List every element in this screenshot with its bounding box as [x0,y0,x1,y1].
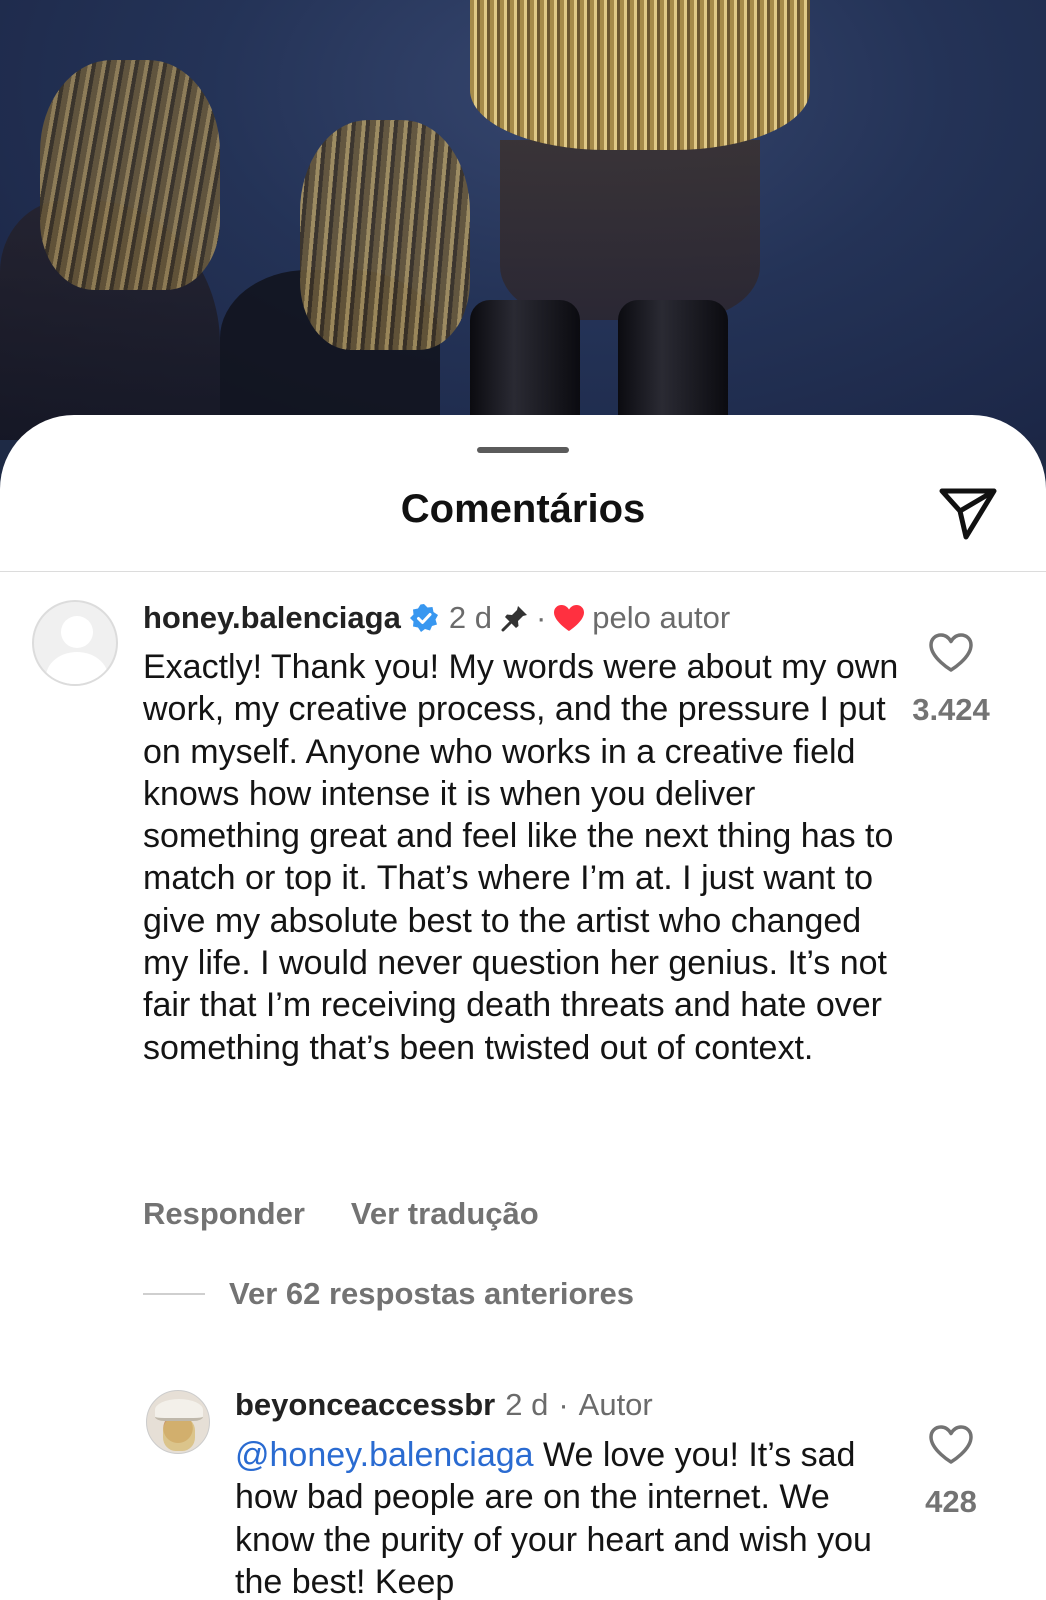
photo-skirt-mid [300,120,470,350]
like-column: 3.424 [896,632,1006,728]
comment-meta: honey.balenciaga 2 d · pelo autor [143,598,730,638]
comment-time: 2 d [448,600,492,635]
sheet-title: Comentários [400,487,646,531]
reply-time: 2 d [505,1387,549,1422]
mention-link[interactable]: @honey.balenciaga [235,1436,534,1474]
meta-separator: · [535,600,547,635]
like-count: 428 [925,1484,977,1519]
heart-outline-icon[interactable] [928,632,974,674]
replies-line [143,1293,205,1295]
heart-filled-icon [554,605,585,631]
reply-username[interactable]: beyonceaccessbr [235,1387,495,1423]
like-column: 428 [896,1424,1006,1520]
liked-by-author-label: pelo autor [592,600,731,635]
see-translation-button[interactable]: Ver tradução [351,1196,539,1232]
meta-separator: · [558,1387,569,1422]
verified-badge-icon [409,604,438,632]
view-replies-button[interactable]: Ver 62 respostas anteriores [143,1276,634,1312]
photo-skirt-left [40,60,220,290]
post-background-photo [0,0,1046,440]
pin-icon [501,606,527,632]
sheet-drag-handle[interactable] [477,447,569,453]
header-divider [0,571,1046,572]
heart-outline-icon[interactable] [928,1424,974,1466]
reply-button[interactable]: Responder [143,1196,305,1232]
share-button[interactable] [936,483,1000,543]
reply-meta: beyonceaccessbr 2 d · Autor [235,1385,653,1425]
comment-actions: Responder Ver tradução [143,1196,539,1232]
author-label: Autor [578,1387,653,1422]
view-replies-label: Ver 62 respostas anteriores [229,1276,634,1311]
like-count: 3.424 [912,692,990,727]
avatar[interactable] [32,600,118,686]
photo-legs [500,140,760,320]
photo-skirt-right [470,0,810,150]
paper-plane-icon [939,488,997,540]
avatar[interactable] [146,1390,210,1454]
comment-text: Exactly! Thank you! My words were about … [143,648,899,1067]
comment-username[interactable]: honey.balenciaga [143,600,401,636]
reply-text: @honey.balenciaga We love you! It’s sad … [235,1434,895,1600]
